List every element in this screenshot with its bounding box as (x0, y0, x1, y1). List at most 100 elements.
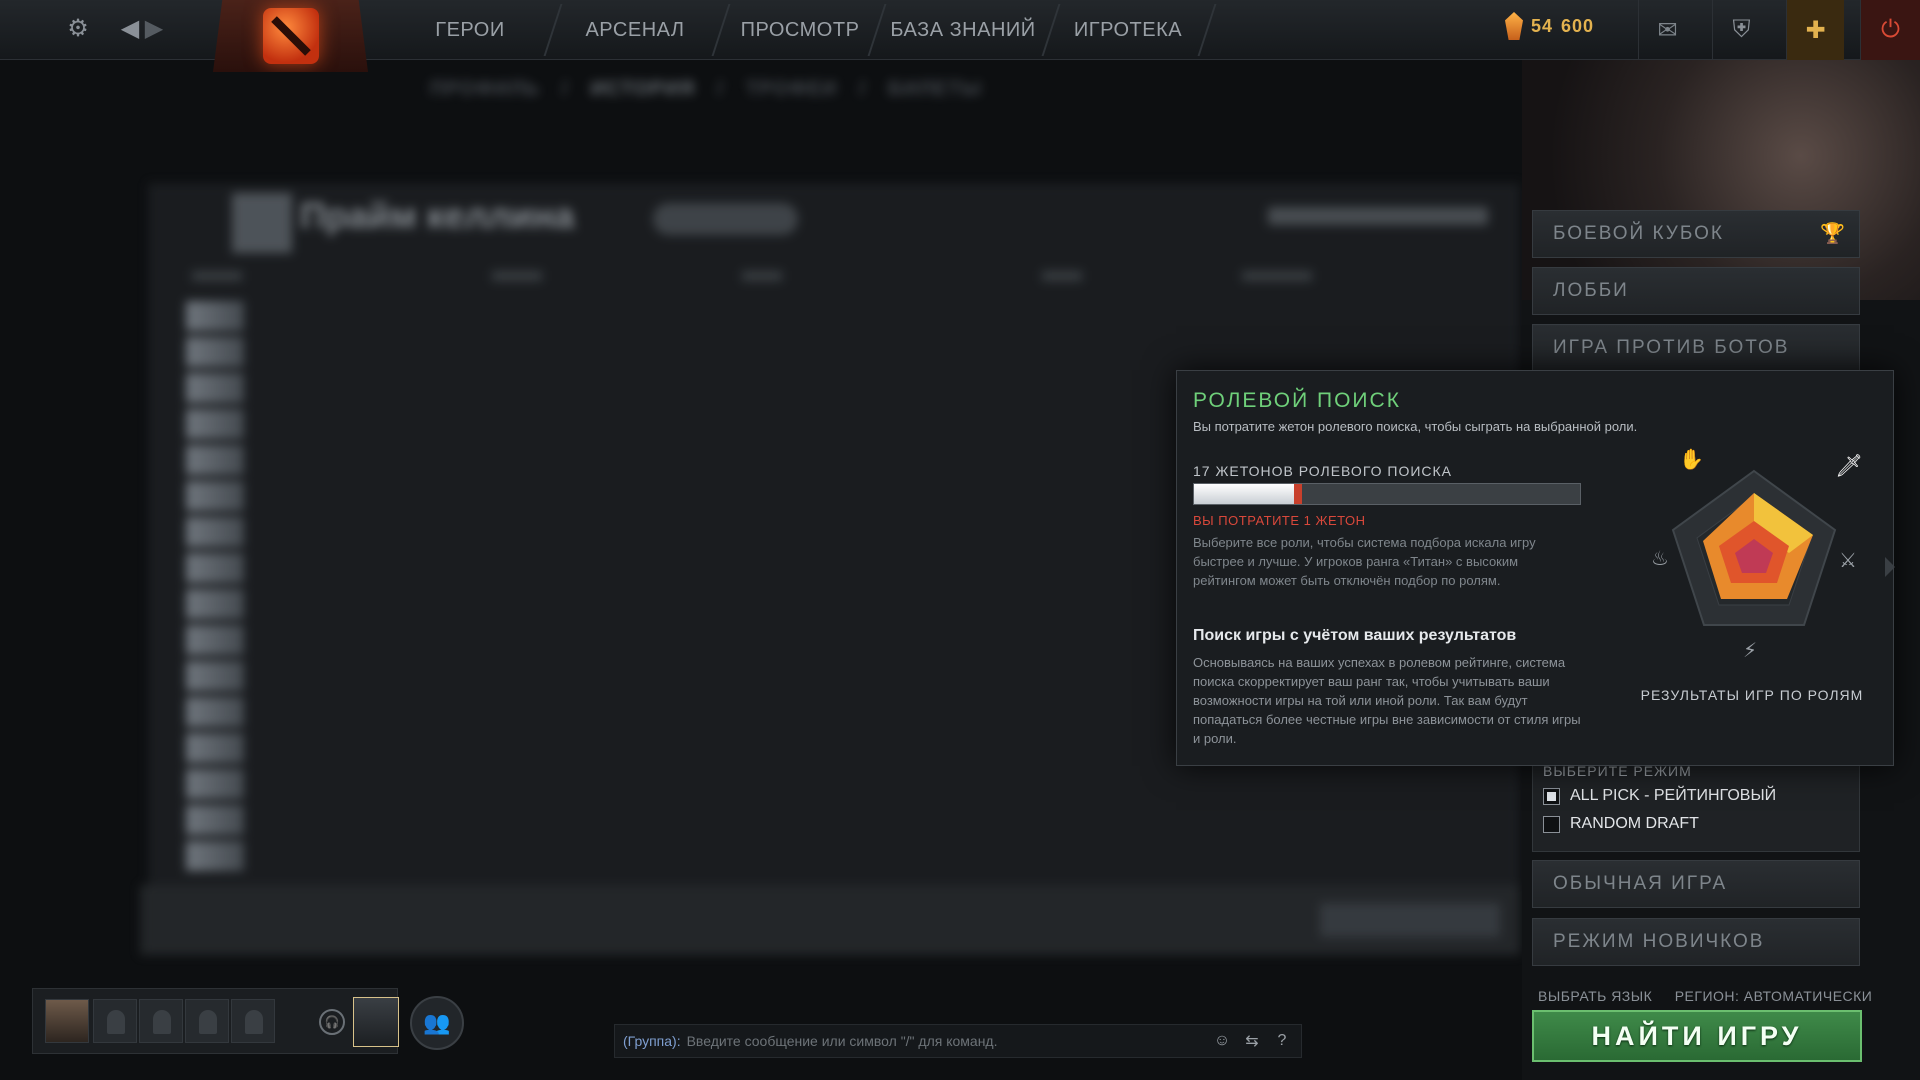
token-progress-bar (1193, 483, 1581, 505)
hero-portrait (186, 661, 244, 691)
hero-artwork (1522, 60, 1920, 300)
forward-arrow-icon[interactable]: ▶ (138, 12, 170, 44)
mode-option-random-draft[interactable]: RANDOM DRAFT (1543, 815, 1699, 833)
nav-knowledge-base[interactable]: БАЗА ЗНАНИЙ (888, 0, 1038, 60)
party-slot-empty[interactable] (93, 999, 137, 1043)
token-count: 17 ЖЕТОНОВ РОЛЕВОГО ПОИСКА (1193, 463, 1453, 479)
armory-button[interactable]: ⛨ (1712, 0, 1770, 60)
translate-icon[interactable]: ⇆ (1239, 1028, 1265, 1054)
group-icon[interactable]: 👥 (410, 996, 464, 1050)
hero-portrait (186, 445, 244, 475)
table-row[interactable] (186, 767, 1486, 801)
hero-portrait (186, 589, 244, 619)
checkbox[interactable] (1543, 815, 1560, 833)
region-link[interactable]: РЕГИОН: АВТОМАТИЧЕСКИ (1675, 988, 1873, 1004)
top-bar: ⚙ ◀ ▶ ГЕРОИ АРСЕНАЛ ПРОСМОТР БАЗА ЗНАНИЙ… (0, 0, 1920, 72)
hero-portrait (186, 697, 244, 727)
smiley-icon[interactable]: ☺ (1209, 1028, 1235, 1054)
chat-channel-label[interactable]: (Группа): (623, 1033, 681, 1049)
find-game-button[interactable]: НАЙТИ ИГРУ (1532, 1010, 1862, 1062)
history-tab[interactable] (653, 203, 798, 235)
shards-amount: 54 (1531, 15, 1554, 36)
profile-name: Прайм келлина (300, 195, 575, 236)
offlane-icon: ⚔ (1839, 548, 1857, 572)
teammates-tab[interactable] (903, 203, 1033, 235)
nav-separator (1197, 4, 1217, 56)
mid-icon: ⚡ (1743, 638, 1757, 662)
help-button[interactable]: ? (1269, 1028, 1295, 1054)
crumb-tickets[interactable]: БИЛЕТЫ (888, 78, 982, 101)
crumb-profile[interactable]: ПРОФИЛЬ (430, 78, 540, 101)
headset-icon[interactable]: 🎧 (319, 1009, 345, 1035)
performance-search-heading: Поиск игры с учётом ваших результатов (1193, 627, 1517, 644)
party-slot-empty[interactable] (139, 999, 183, 1043)
person-icon (107, 1010, 125, 1034)
language-region-row: ВЫБРАТЬ ЯЗЫК РЕГИОН: АВТОМАТИЧЕСКИ (1538, 988, 1872, 1004)
more-stats-banner[interactable] (140, 885, 1520, 955)
table-row[interactable] (186, 839, 1486, 873)
bots-button[interactable]: ИГРА ПРОТИВ БОТОВ (1532, 324, 1860, 372)
mode-selector: ВЫБЕРИТЕ РЕЖИМ ALL PICK - РЕЙТИНГОВЫЙ RA… (1532, 760, 1860, 852)
table-row[interactable] (186, 299, 1486, 333)
armory-icon: ⛨ (1732, 16, 1751, 43)
nav-heroes[interactable]: ГЕРОИ (410, 0, 530, 60)
select-language-link[interactable]: ВЫБРАТЬ ЯЗЫК (1538, 988, 1652, 1004)
currency-display[interactable]: 54 600 (1505, 12, 1594, 40)
checkbox-checked[interactable] (1543, 787, 1560, 805)
hero-portrait (186, 553, 244, 583)
hero-portrait (186, 805, 244, 835)
party-slot-empty[interactable] (231, 999, 275, 1043)
role-radar-chart: ✋ 🗡 ♨ ⚔ ⚡ (1651, 447, 1863, 662)
power-button[interactable]: ⏻ (1860, 0, 1920, 60)
performance-search-description: Основываясь на ваших успехах в ролевом р… (1193, 655, 1581, 746)
mail-button[interactable]: ✉ (1638, 0, 1696, 60)
table-row[interactable] (186, 335, 1486, 369)
party-slot-empty[interactable] (185, 999, 229, 1043)
heroes-tab[interactable] (816, 203, 886, 235)
role-search-title: РОЛЕВОЙ ПОИСК (1193, 389, 1401, 412)
person-icon (153, 1010, 171, 1034)
hero-portrait (186, 733, 244, 763)
nav-arcade[interactable]: ИГРОТЕКА (1066, 0, 1190, 60)
mode-option-all-pick[interactable]: ALL PICK - РЕЙТИНГОВЫЙ (1543, 787, 1776, 805)
hero-portrait (186, 337, 244, 367)
rank-medal-icon[interactable] (353, 997, 399, 1047)
mode-label: ALL PICK - РЕЙТИНГОВЫЙ (1570, 787, 1777, 804)
breadcrumb: ПРОФИЛЬ / ИСТОРИЯ / ТРОФЕИ / БИЛЕТЫ (430, 78, 982, 101)
plus-button[interactable]: ✚ (1786, 0, 1844, 60)
gear-icon[interactable]: ⚙ (62, 12, 94, 44)
person-icon (245, 1010, 263, 1034)
battle-cup-button[interactable]: БОЕВОЙ КУБОК 🏆 (1532, 210, 1860, 258)
hard-support-icon: ♨ (1651, 546, 1669, 570)
avatar[interactable] (45, 999, 89, 1043)
normal-game-label: ОБЫЧНАЯ ИГРА (1553, 873, 1728, 894)
chat-bar: (Группа): ☺ ⇆ ? (614, 1024, 1302, 1058)
token-spend-warning: ВЫ ПОТРАТИТЕ 1 ЖЕТОН (1193, 513, 1366, 528)
col-hero (192, 271, 242, 281)
col-date (742, 271, 782, 281)
nav-separator (1041, 4, 1061, 56)
party-bar: 🎧 (32, 988, 399, 1054)
crumb-history[interactable]: ИСТОРИЯ (590, 78, 695, 101)
table-row[interactable] (186, 803, 1486, 837)
shards-extra: 600 (1561, 15, 1595, 36)
hero-portrait (186, 301, 244, 331)
hero-portrait (186, 481, 244, 511)
newbie-mode-button[interactable]: РЕЖИМ НОВИЧКОВ (1532, 918, 1860, 966)
trophy-icon: 🏆 (1820, 223, 1847, 245)
token-progress-fill (1194, 484, 1299, 504)
normal-game-button[interactable]: ОБЫЧНАЯ ИГРА (1532, 860, 1860, 908)
nav-separator (867, 4, 887, 56)
hero-portrait (186, 517, 244, 547)
nav-separator (711, 4, 731, 56)
subscribe-button[interactable] (1320, 903, 1500, 937)
chat-input[interactable] (686, 1033, 1187, 1049)
lobby-button[interactable]: ЛОББИ (1532, 267, 1860, 315)
crumb-trophies[interactable]: ТРОФЕИ (746, 78, 838, 101)
nav-watch[interactable]: ПРОСМОТР (740, 0, 860, 60)
nav-arsenal[interactable]: АРСЕНАЛ (570, 0, 700, 60)
plus-icon: ✚ (1805, 16, 1826, 44)
newbie-mode-label: РЕЖИМ НОВИЧКОВ (1553, 931, 1765, 952)
hero-portrait (186, 841, 244, 871)
person-icon (199, 1010, 217, 1034)
